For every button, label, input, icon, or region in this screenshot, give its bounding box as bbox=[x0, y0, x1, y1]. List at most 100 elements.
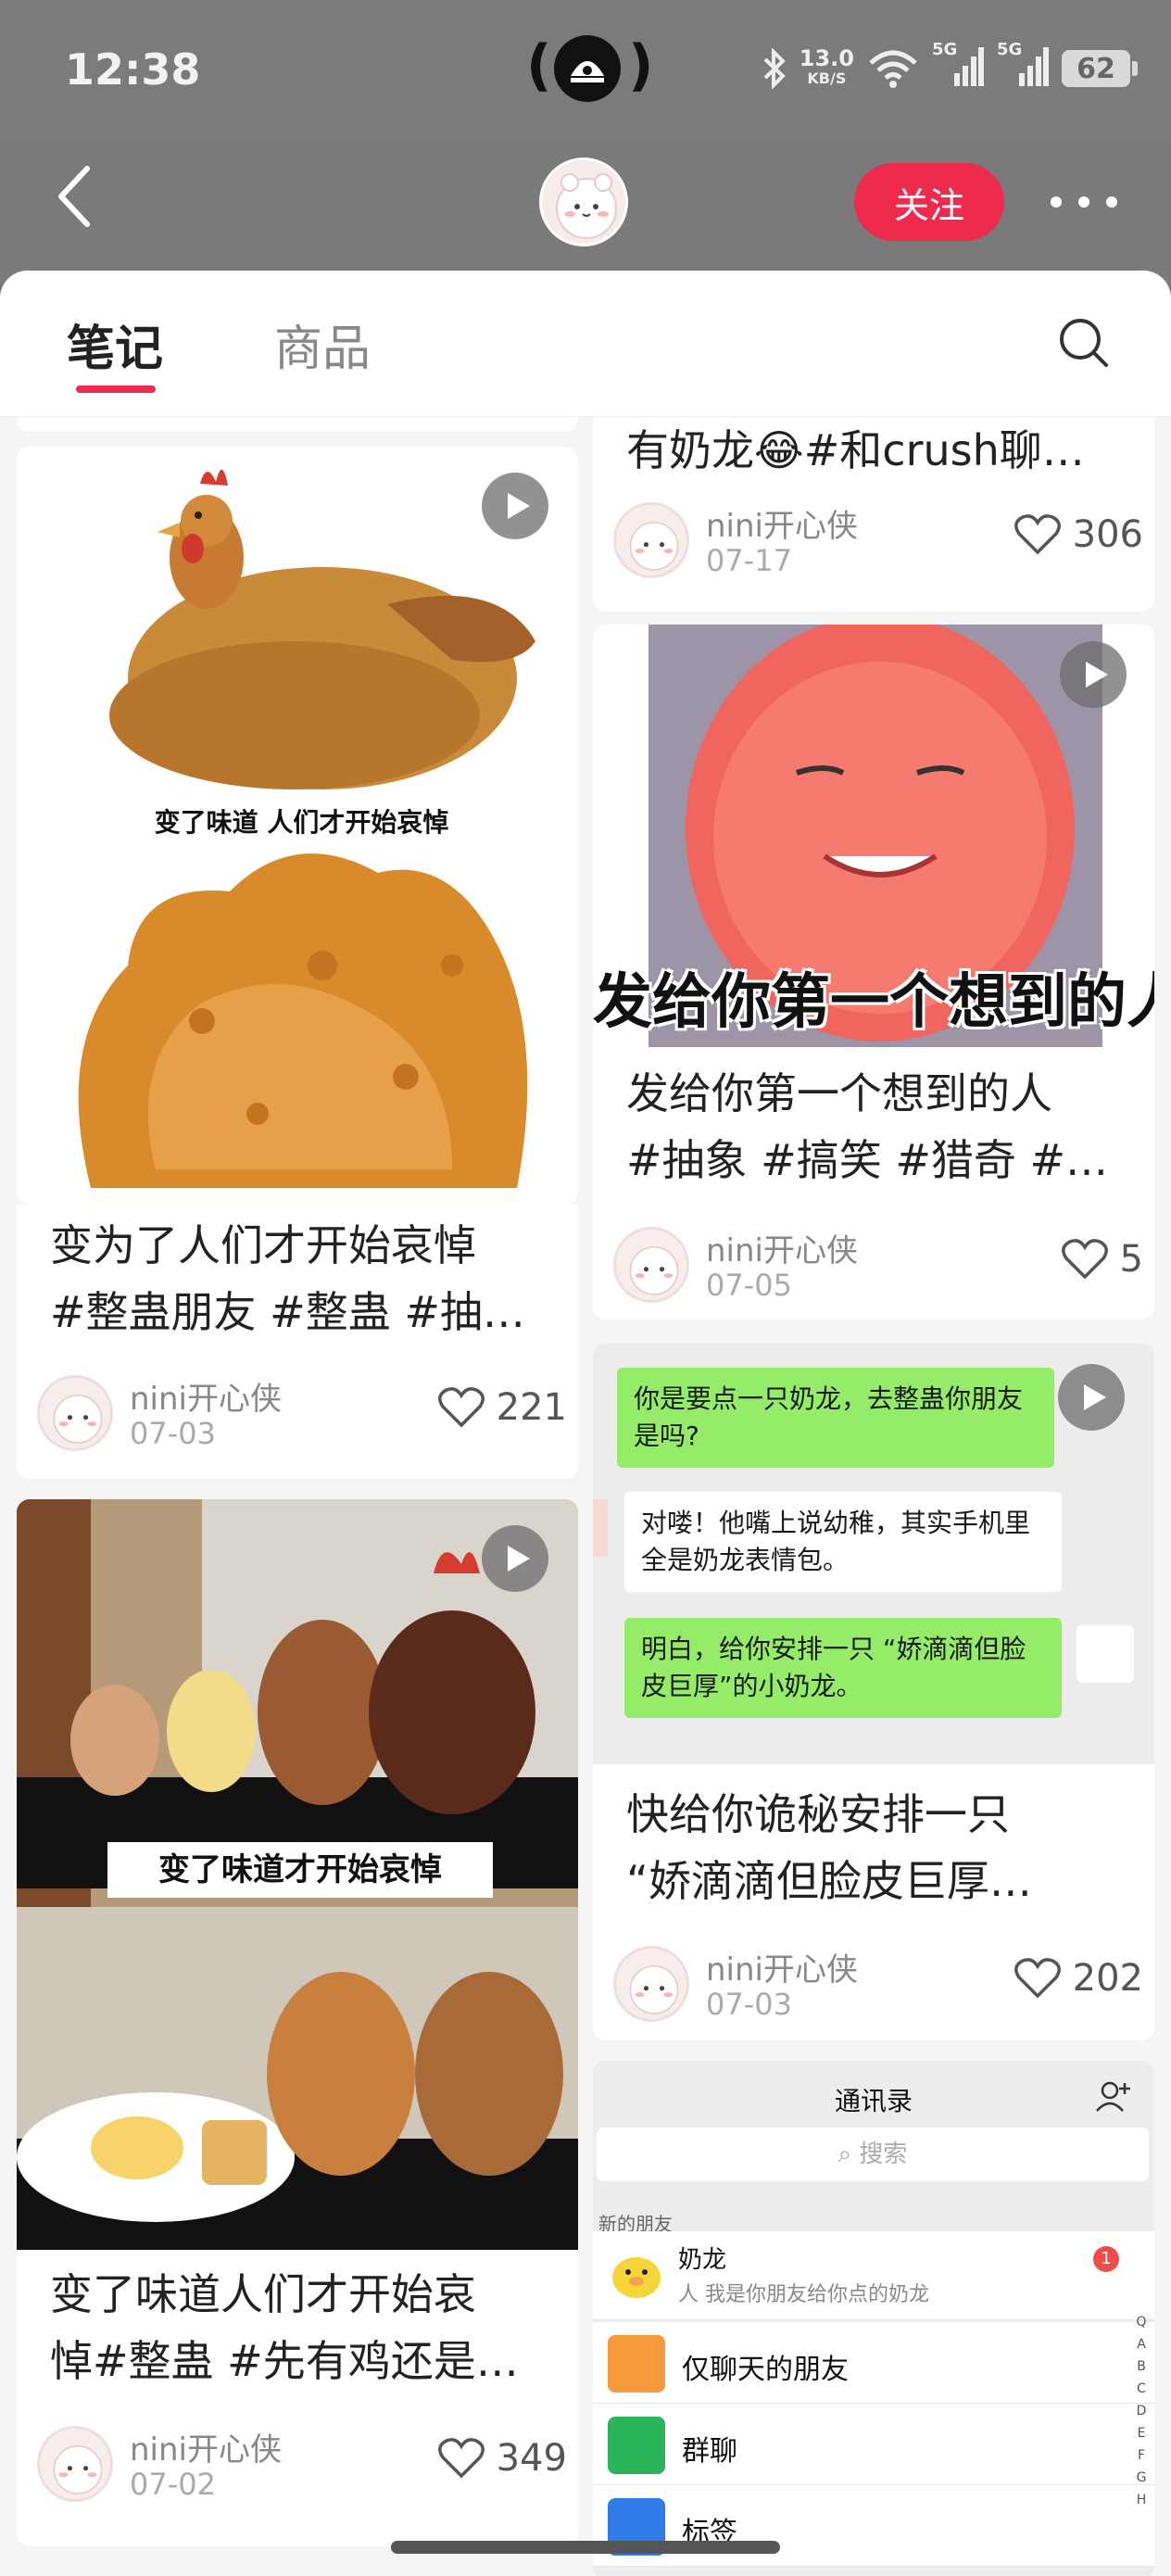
home-indicator[interactable] bbox=[391, 2541, 780, 2554]
content-sheet: 笔记 商品 变了味道 人们才开始哀悼 变为了人们才开始哀悼 #整蛊朋友 #整蛊 … bbox=[0, 271, 1171, 2576]
network-speed: 13.0 KB/S bbox=[799, 45, 854, 87]
image-caption: 变了味道才开始哀悼 bbox=[107, 1842, 493, 1898]
note-card[interactable]: 有奶龙😂#和crush聊… nini开心侠 07-17 306 bbox=[593, 417, 1154, 612]
video-play-icon bbox=[482, 1525, 548, 1592]
note-meta: nini开心侠 07-03 202 bbox=[613, 1946, 1151, 2029]
search-icon[interactable] bbox=[1056, 315, 1112, 371]
like-button[interactable]: 5 bbox=[1061, 1238, 1143, 1281]
note-card[interactable]: 你是要点一只奶龙，去整蛊你朋友是吗? 对喽！他嘴上说幼稚，其实手机里全是奶龙表情… bbox=[593, 1344, 1154, 2040]
contact-row-label: 群聊 bbox=[682, 2435, 737, 2468]
image-caption: 发给你第一个想到的人 bbox=[593, 968, 1154, 1037]
note-title: 有奶龙😂#和crush聊… bbox=[626, 425, 1085, 475]
chat-bubble: 对喽！他嘴上说幼稚，其实手机里全是奶龙表情包。 bbox=[624, 1492, 1062, 1592]
video-play-icon bbox=[482, 473, 548, 539]
author-avatar[interactable] bbox=[613, 1227, 689, 1303]
like-button[interactable]: 202 bbox=[1014, 1957, 1143, 2000]
chat-bubble: 明白，给你安排一只 “娇滴滴但脸皮巨厚”的小奶龙。 bbox=[624, 1618, 1062, 1718]
note-title: 变了味道人们才开始哀 bbox=[50, 2269, 476, 2319]
heart-icon bbox=[1014, 514, 1061, 555]
status-time: 12:38 bbox=[65, 44, 201, 95]
heart-icon bbox=[437, 2438, 485, 2479]
like-count: 349 bbox=[496, 2437, 567, 2480]
like-count: 306 bbox=[1072, 513, 1143, 556]
contact-row: 仅聊天的朋友 bbox=[593, 2322, 1154, 2404]
add-friend-icon bbox=[1096, 2081, 1130, 2112]
signal-5g-2: 5G bbox=[997, 40, 1049, 93]
like-button[interactable]: 221 bbox=[437, 1386, 567, 1429]
author-avatar[interactable] bbox=[37, 1375, 113, 1451]
search-placeholder: 搜索 bbox=[859, 2140, 908, 2168]
tab-bar: 笔记 商品 bbox=[0, 271, 1171, 417]
post-date: 07-17 bbox=[706, 543, 792, 578]
post-date: 07-02 bbox=[130, 2467, 216, 2502]
contact-row: 标签 bbox=[593, 2485, 1154, 2567]
status-bar: 12:38 ( ) 13.0 KB/S 5G 5G 62 bbox=[0, 0, 1171, 139]
like-button[interactable]: 349 bbox=[437, 2437, 567, 2480]
friend-name: 奶龙 bbox=[678, 2246, 727, 2274]
author-name[interactable]: nini开心侠 bbox=[706, 500, 858, 546]
like-count: 221 bbox=[496, 1386, 567, 1429]
post-date: 07-03 bbox=[706, 1987, 792, 2022]
active-tab-indicator bbox=[76, 385, 156, 393]
unread-badge: 1 bbox=[1093, 2246, 1119, 2272]
note-title: 快给你诡秘安排一只 bbox=[626, 1789, 1010, 1839]
author-avatar[interactable] bbox=[37, 2426, 113, 2502]
contact-row: 奶龙 人 我是你朋友给你点的奶龙 1 bbox=[593, 2231, 1154, 2320]
tab-products[interactable]: 商品 bbox=[274, 309, 371, 379]
like-button[interactable]: 306 bbox=[1014, 513, 1143, 556]
status-icons: 13.0 KB/S 5G 5G 62 bbox=[762, 40, 1138, 96]
heart-icon bbox=[1014, 1958, 1061, 1999]
author-name[interactable]: nini开心侠 bbox=[706, 1225, 858, 1270]
tab-notes[interactable]: 笔记 bbox=[67, 309, 163, 379]
note-card-info[interactable]: 变为了人们才开始哀悼 #整蛊朋友 #整蛊 #抽… nini开心侠 07-03 2… bbox=[17, 1205, 578, 1479]
follow-button[interactable]: 关注 bbox=[854, 163, 1004, 241]
heart-icon bbox=[1061, 1239, 1108, 1280]
card-image: 变了味道 人们才开始哀悼 bbox=[17, 447, 578, 1197]
back-arrow-icon[interactable] bbox=[52, 159, 98, 234]
wifi-icon bbox=[869, 50, 917, 88]
contacts-screenshot: 通讯录 ⌕ 搜索 新的朋友 奶龙 人 我是你朋友给你点的奶龙 1 仅聊天的朋友 … bbox=[593, 2061, 1154, 2576]
note-card[interactable]: 发给你第一个想到的人 发给你第一个想到的人 #抽象 #搞笑 #猎奇 #… nin… bbox=[593, 625, 1154, 1320]
bluetooth-icon bbox=[763, 48, 786, 89]
note-title-line2: #整蛊朋友 #整蛊 #抽… bbox=[50, 1287, 525, 1337]
author-name[interactable]: nini开心侠 bbox=[706, 1944, 858, 1989]
friend-message: 人 我是你朋友给你点的奶龙 bbox=[678, 2283, 929, 2306]
image-caption: 变了味道 人们才开始哀悼 bbox=[137, 803, 466, 842]
previous-card-edge bbox=[17, 417, 578, 432]
nailong-avatar-icon bbox=[612, 2257, 661, 2298]
note-card[interactable]: 变了味道 人们才开始哀悼 bbox=[17, 447, 578, 1205]
group-chat-icon bbox=[608, 2417, 665, 2474]
video-play-icon bbox=[1060, 641, 1127, 708]
contacts-search: ⌕ 搜索 bbox=[597, 2128, 1149, 2181]
contacts-header: 通讯录 bbox=[593, 2061, 1154, 2135]
chat-avatar bbox=[593, 1499, 608, 1557]
contact-row-label: 仅聊天的朋友 bbox=[682, 2354, 849, 2386]
author-name[interactable]: nini开心侠 bbox=[130, 1373, 282, 1419]
video-play-icon bbox=[1058, 1364, 1125, 1431]
alphabet-index: QABCDEFGH bbox=[1136, 2315, 1147, 2507]
note-title-line2: 悼#整蛊 #先有鸡还是… bbox=[50, 2336, 519, 2386]
chat-bubble: 你是要点一只奶龙，去整蛊你朋友是吗? bbox=[617, 1368, 1054, 1468]
author-avatar[interactable] bbox=[613, 1946, 689, 2022]
note-title-line2: #抽象 #搞笑 #猎奇 #… bbox=[626, 1135, 1109, 1185]
more-options-icon[interactable] bbox=[1051, 185, 1117, 219]
contacts-title: 通讯录 bbox=[834, 2086, 913, 2116]
like-count: 202 bbox=[1072, 1957, 1143, 2000]
note-card[interactable]: 通讯录 ⌕ 搜索 新的朋友 奶龙 人 我是你朋友给你点的奶龙 1 仅聊天的朋友 … bbox=[593, 2061, 1154, 2576]
hotspot-indicator: ( ) bbox=[526, 33, 653, 104]
post-date: 07-05 bbox=[706, 1268, 792, 1303]
note-meta: nini开心侠 07-05 5 bbox=[613, 1227, 1151, 1310]
hotspot-icon bbox=[554, 35, 621, 102]
contact-row: 群聊 bbox=[593, 2404, 1154, 2485]
heart-icon bbox=[437, 1387, 485, 1428]
note-title: 变为了人们才开始哀悼 bbox=[50, 1220, 476, 1270]
author-name[interactable]: nini开心侠 bbox=[130, 2424, 282, 2469]
author-avatar[interactable] bbox=[613, 502, 689, 578]
post-date: 07-03 bbox=[130, 1416, 216, 1451]
battery-indicator: 62 bbox=[1062, 50, 1138, 87]
note-title-line2: “娇滴滴但脸皮巨厚… bbox=[626, 1856, 1032, 1906]
person-icon bbox=[608, 2335, 665, 2393]
profile-avatar[interactable] bbox=[539, 158, 628, 246]
note-card[interactable]: 变了味道才开始哀悼 变了味道人们才开始哀 悼#整蛊 #先有鸡还是… nini开心… bbox=[17, 1499, 578, 2546]
note-meta: nini开心侠 07-02 349 bbox=[37, 2426, 574, 2509]
